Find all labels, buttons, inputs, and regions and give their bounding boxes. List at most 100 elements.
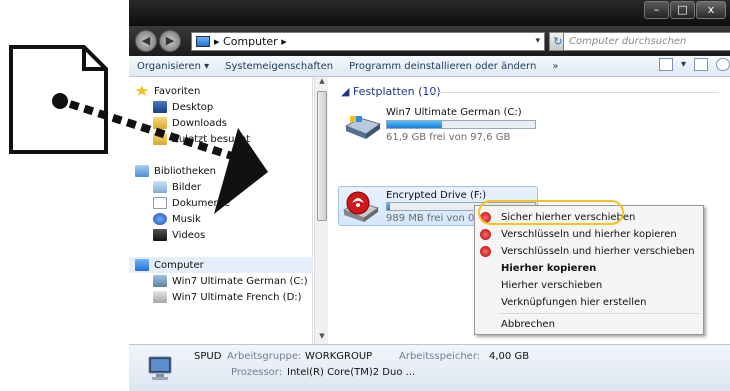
nav-downloads[interactable]: Downloads bbox=[153, 115, 227, 131]
nav-drive-c-label: Win7 Ultimate German (C:) bbox=[172, 275, 308, 287]
menu-item-encrypt-move[interactable]: Verschlüsseln und hierher verschieben bbox=[475, 243, 703, 260]
memory-label: Arbeitsspeicher: bbox=[399, 351, 481, 362]
nav-desktop[interactable]: Desktop bbox=[153, 99, 213, 115]
view-controls: ▾ bbox=[658, 58, 730, 71]
star-icon bbox=[135, 85, 149, 96]
nav-desktop-label: Desktop bbox=[172, 101, 214, 113]
command-bar: Organisieren ▾ Systemeigenschaften Progr… bbox=[129, 56, 730, 77]
scroll-down-icon[interactable]: ▼ bbox=[315, 332, 329, 344]
maximize-button[interactable]: □ bbox=[670, 1, 695, 19]
drag-origin-dot bbox=[52, 93, 68, 109]
processor-label: Prozessor: bbox=[231, 367, 283, 378]
nav-downloads-label: Downloads bbox=[172, 117, 227, 129]
nav-drive-d-label: Win7 Ultimate French (D:) bbox=[172, 291, 302, 303]
library-icon bbox=[135, 165, 149, 177]
stage: – □ x ◀ ▶ ▸ Computer ▸ ▾ ↻ Computer durc… bbox=[0, 0, 730, 391]
computer-icon bbox=[135, 259, 149, 271]
encrypted-drive-icon bbox=[342, 191, 380, 222]
drive-c-name: Win7 Ultimate German (C:) bbox=[386, 107, 522, 118]
view-dropdown[interactable]: ▾ bbox=[681, 59, 686, 70]
menu-item-encrypt-copy[interactable]: Verschlüsseln und hierher kopieren bbox=[475, 226, 703, 243]
computer-icon bbox=[196, 36, 210, 47]
computer-icon bbox=[148, 356, 172, 380]
nav-computer-label: Computer bbox=[154, 259, 204, 271]
window-controls: – □ x bbox=[644, 1, 726, 19]
group-header[interactable]: ◢ Festplatten (10) bbox=[341, 85, 441, 98]
computer-name: SPUD bbox=[194, 351, 222, 362]
drive-f-name: Encrypted Drive (F:) bbox=[386, 190, 487, 201]
drive-c-usage-fill bbox=[387, 121, 442, 128]
downloads-folder-icon bbox=[153, 117, 167, 129]
menu-separator bbox=[499, 313, 699, 314]
nav-videos-label: Videos bbox=[172, 229, 206, 241]
nav-music-label: Musik bbox=[172, 213, 201, 225]
workgroup-label: Arbeitsgruppe: bbox=[227, 351, 302, 362]
nav-documents[interactable]: Dokumente bbox=[153, 195, 230, 211]
search-input[interactable]: Computer durchsuchen bbox=[563, 32, 730, 51]
nav-videos[interactable]: Videos bbox=[153, 227, 205, 243]
view-icon[interactable] bbox=[658, 58, 673, 71]
highlight-ring bbox=[478, 200, 624, 225]
menu-item-copy-here[interactable]: Hierher kopieren bbox=[475, 260, 703, 277]
menu-item-move-here[interactable]: Hierher verschieben bbox=[475, 277, 703, 294]
scroll-up-icon[interactable]: ▲ bbox=[315, 77, 329, 89]
drive-c-free-space: 61,9 GB frei von 97,6 GB bbox=[386, 132, 511, 143]
nav-pictures-label: Bilder bbox=[172, 181, 202, 193]
nav-computer[interactable]: Computer bbox=[129, 257, 313, 273]
encryption-icon bbox=[480, 229, 491, 240]
nav-recent-label: Zuletzt besucht bbox=[172, 133, 251, 145]
navigation-pane: Favoriten Desktop Downloads Zuletzt besu… bbox=[129, 77, 313, 344]
details-pane: SPUD Arbeitsgruppe: WORKGROUP Arbeitsspe… bbox=[129, 344, 730, 391]
music-icon bbox=[153, 213, 167, 225]
group-divider bbox=[429, 92, 719, 93]
nav-documents-label: Dokumente bbox=[172, 197, 230, 209]
title-bar: – □ x bbox=[129, 0, 730, 26]
organize-button[interactable]: Organisieren ▾ bbox=[129, 61, 217, 72]
more-button[interactable]: » bbox=[544, 61, 566, 72]
help-icon[interactable] bbox=[716, 58, 730, 71]
nav-scrollbar[interactable]: ▲ ▼ bbox=[314, 77, 328, 344]
processor-value: Intel(R) Core(TM)2 Duo ... bbox=[287, 367, 416, 378]
drive-f-usage-fill bbox=[387, 203, 390, 210]
nav-libraries-label: Bibliotheken bbox=[154, 165, 216, 177]
scroll-thumb[interactable] bbox=[317, 91, 327, 221]
system-properties-button[interactable]: Systemeigenschaften bbox=[217, 61, 341, 72]
menu-item-label: Verschlüsseln und hierher kopieren bbox=[501, 229, 677, 240]
nav-drive-d[interactable]: Win7 Ultimate French (D:) bbox=[153, 289, 302, 305]
drive-icon bbox=[153, 275, 167, 287]
hard-drive-icon bbox=[344, 116, 382, 139]
nav-recent[interactable]: Zuletzt besucht bbox=[153, 131, 250, 147]
desktop-icon bbox=[153, 101, 167, 113]
drive-f-free-space: 989 MB frei von 0,9 bbox=[386, 213, 484, 224]
uninstall-button[interactable]: Programm deinstallieren oder ändern bbox=[341, 61, 544, 72]
nav-music[interactable]: Musik bbox=[153, 211, 201, 227]
preview-pane-icon[interactable] bbox=[694, 58, 708, 71]
pictures-icon bbox=[153, 181, 167, 193]
nav-drive-c[interactable]: Win7 Ultimate German (C:) bbox=[153, 273, 308, 289]
address-path: ▸ Computer ▸ bbox=[214, 35, 287, 48]
menu-item-label: Verschlüsseln und hierher verschieben bbox=[501, 246, 695, 257]
documents-icon bbox=[153, 197, 167, 209]
videos-icon bbox=[153, 229, 167, 241]
encryption-icon bbox=[480, 246, 491, 257]
nav-favorites[interactable]: Favoriten bbox=[135, 83, 200, 99]
file-fold-icon bbox=[82, 47, 106, 71]
chevron-down-icon[interactable]: ▾ bbox=[535, 33, 540, 50]
menu-item-cancel[interactable]: Abbrechen bbox=[475, 316, 703, 333]
address-bar[interactable]: ▸ Computer ▸ ▾ bbox=[191, 32, 545, 51]
back-button[interactable]: ◀ bbox=[135, 30, 157, 52]
forward-button[interactable]: ▶ bbox=[159, 30, 181, 52]
nav-libraries[interactable]: Bibliotheken bbox=[135, 163, 216, 179]
address-row: ◀ ▶ ▸ Computer ▸ ▾ ↻ Computer durchsuche… bbox=[129, 26, 730, 56]
minimize-button[interactable]: – bbox=[644, 1, 669, 19]
nav-favorites-label: Favoriten bbox=[154, 85, 201, 97]
recent-folder-icon bbox=[153, 133, 167, 145]
close-button[interactable]: x bbox=[696, 1, 726, 19]
file-icon bbox=[9, 45, 108, 154]
drive-c-usage-bar bbox=[386, 120, 536, 129]
drive-icon bbox=[153, 291, 167, 303]
workgroup-value: WORKGROUP bbox=[305, 351, 373, 362]
nav-pictures[interactable]: Bilder bbox=[153, 179, 201, 195]
menu-item-create-shortcuts[interactable]: Verknüpfungen hier erstellen bbox=[475, 294, 703, 311]
memory-value: 4,00 GB bbox=[489, 351, 530, 362]
